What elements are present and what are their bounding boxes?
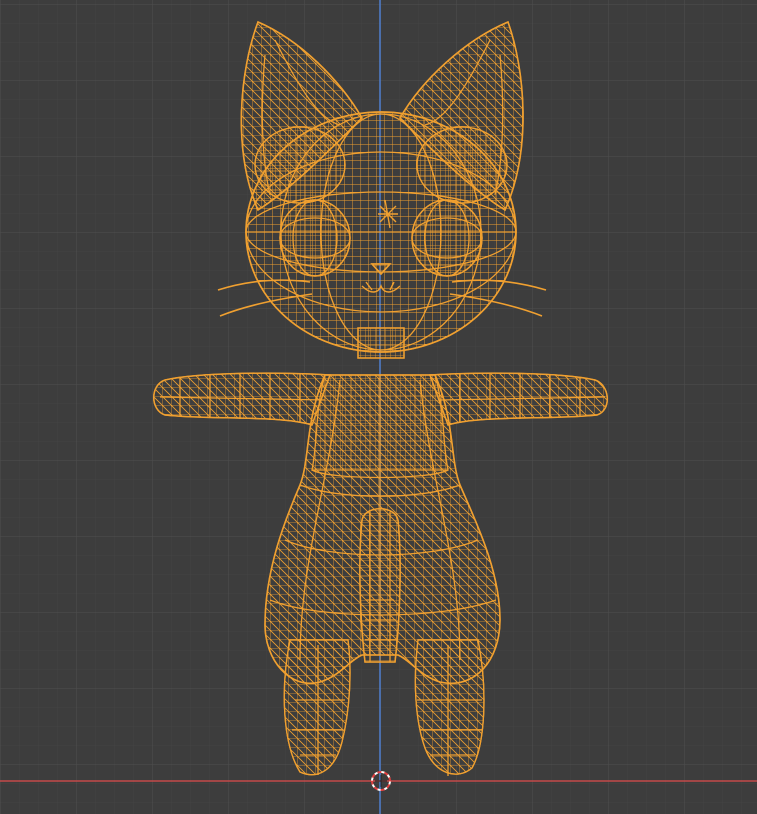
viewport-canvas[interactable] [0, 0, 757, 814]
3d-viewport[interactable] [0, 0, 757, 814]
left-eye [279, 199, 351, 277]
tail [359, 508, 401, 663]
right-eye [411, 199, 483, 277]
